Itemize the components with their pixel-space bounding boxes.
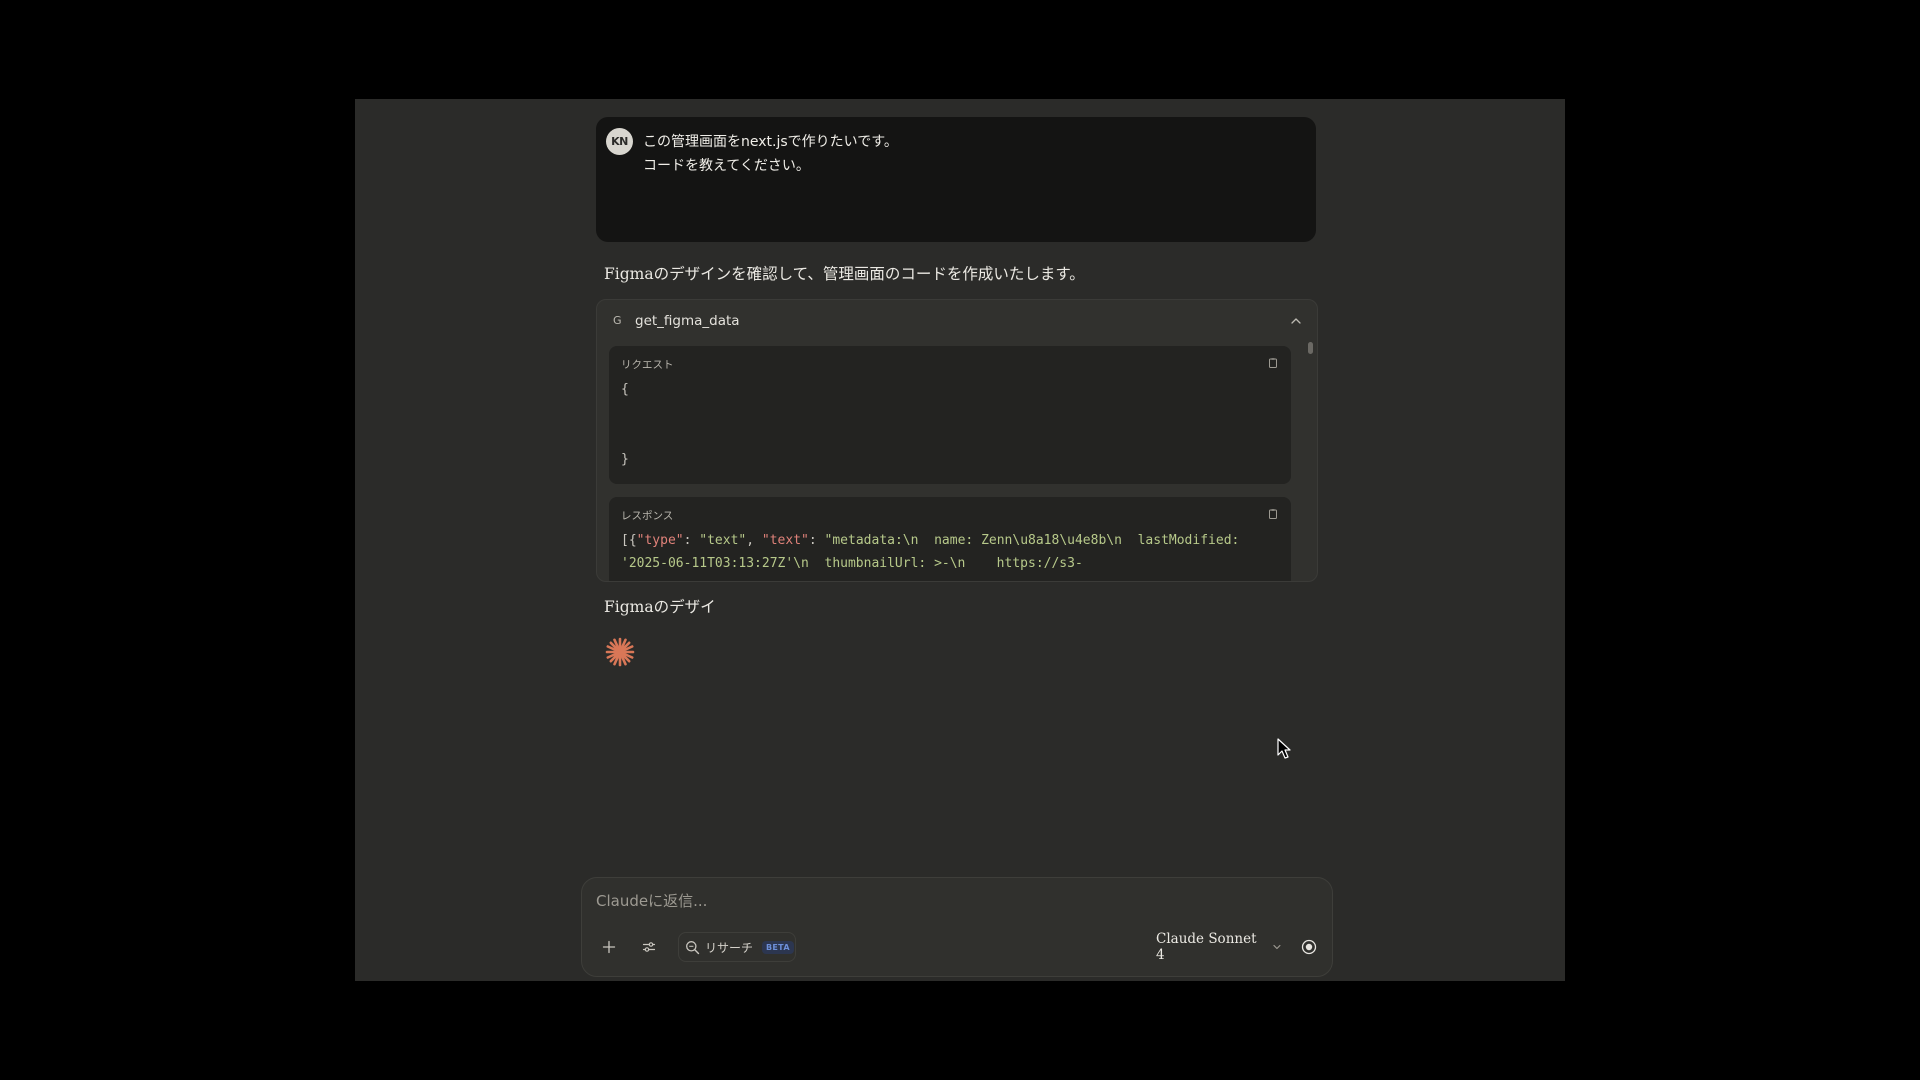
user-message-text: この管理画面をnext.jsで作りたいです。 コードを教えてください。 bbox=[643, 130, 898, 178]
tool-call-name: get_figma_data bbox=[635, 313, 740, 329]
response-label: レスポンス bbox=[621, 510, 674, 522]
response-block: レスポンス [{"type": "text", "text": "metadat… bbox=[609, 497, 1291, 581]
model-name: Claude Sonnet 4 bbox=[1156, 931, 1257, 963]
mouse-cursor-icon bbox=[1277, 738, 1291, 759]
sliders-icon bbox=[642, 942, 656, 952]
user-message-line-2: コードを教えてください。 bbox=[643, 158, 810, 174]
message-composer: リサーチ BETA Claude Sonnet 4 bbox=[581, 877, 1333, 977]
research-label: リサーチ bbox=[705, 940, 754, 955]
beta-badge: BETA bbox=[762, 940, 794, 954]
research-button[interactable]: リサーチ BETA bbox=[678, 932, 796, 962]
request-close-brace: } bbox=[621, 452, 629, 467]
assistant-intro-text: Figmaのデザインを確認して、管理画面のコードを作成いたします。 bbox=[604, 265, 1085, 283]
chevron-up-icon[interactable] bbox=[1289, 314, 1303, 328]
tool-call-header[interactable]: G get_figma_data bbox=[597, 300, 1317, 344]
assistant-streaming-text: Figmaのデザイ bbox=[604, 598, 716, 616]
avatar[interactable]: KN bbox=[606, 128, 633, 155]
tool-call-card: G get_figma_data リクエスト { } レスポンス [{"type bbox=[596, 299, 1318, 582]
tool-card-scrollbar[interactable] bbox=[1308, 342, 1313, 354]
reply-input[interactable] bbox=[596, 892, 1296, 910]
claude-chat-window: KN この管理画面をnext.jsで作りたいです。 コードを教えてください。 F… bbox=[355, 99, 1565, 981]
tools-settings-button[interactable] bbox=[634, 932, 664, 962]
chevron-down-icon bbox=[1273, 944, 1281, 950]
user-message-line-1: この管理画面をnext.jsで作りたいです。 bbox=[643, 134, 898, 150]
copy-icon[interactable] bbox=[1267, 357, 1279, 369]
model-selector[interactable]: Claude Sonnet 4 bbox=[1156, 931, 1282, 963]
request-label: リクエスト bbox=[621, 359, 674, 371]
search-icon bbox=[686, 940, 700, 954]
claude-spark-icon bbox=[605, 637, 635, 667]
copy-icon[interactable] bbox=[1267, 508, 1279, 520]
response-line-2: '2025-06-11T03:13:27Z'\n thumbnailUrl: >… bbox=[621, 556, 1083, 571]
request-block: リクエスト { } bbox=[609, 346, 1291, 484]
request-open-brace: { bbox=[621, 382, 629, 397]
tool-letter-icon: G bbox=[613, 314, 622, 327]
voice-mode-button[interactable] bbox=[1296, 932, 1322, 962]
plus-icon bbox=[602, 940, 616, 954]
add-attachment-button[interactable] bbox=[594, 932, 624, 962]
response-line-1: [{"type": "text", "text": "metadata:\n n… bbox=[621, 533, 1240, 548]
record-icon bbox=[1301, 939, 1317, 955]
user-message-bubble: KN この管理画面をnext.jsで作りたいです。 コードを教えてください。 bbox=[596, 117, 1316, 242]
